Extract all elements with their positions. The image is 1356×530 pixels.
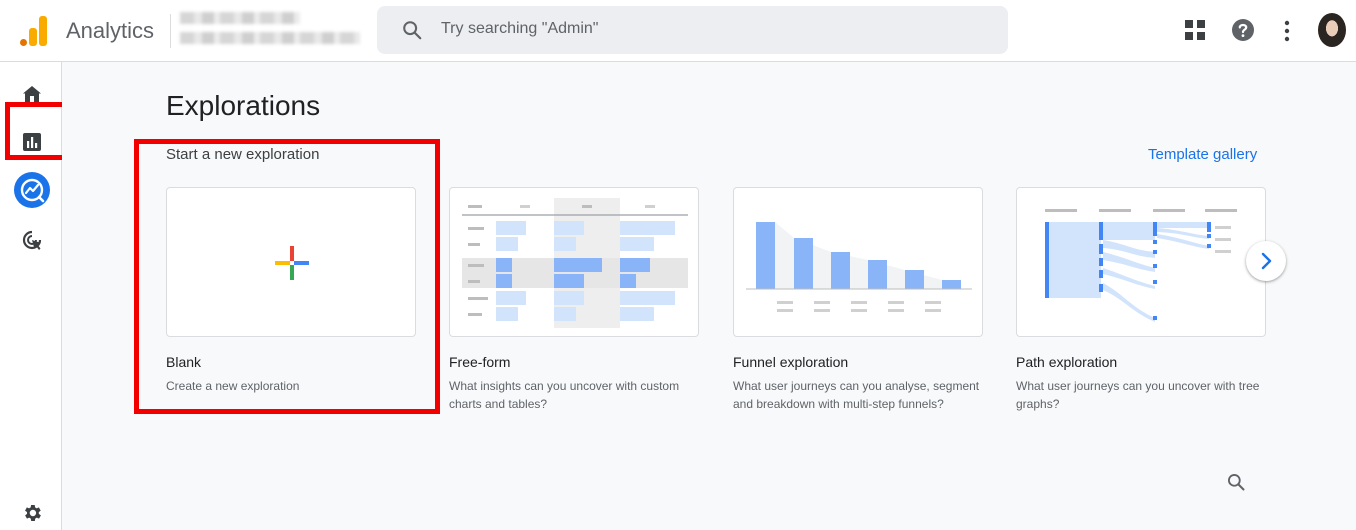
table-illustration-icon xyxy=(462,198,688,328)
target-cursor-icon xyxy=(22,230,42,250)
sidebar-item-admin[interactable] xyxy=(16,497,48,529)
avatar[interactable] xyxy=(1318,13,1346,47)
card-description: What insights can you uncover with custo… xyxy=(449,379,680,411)
card-thumbnail xyxy=(733,187,983,337)
card-thumbnail xyxy=(1016,187,1266,337)
card-funnel-exploration[interactable]: Funnel exploration What user journeys ca… xyxy=(733,187,983,413)
chevron-right-icon xyxy=(1261,252,1272,270)
card-title: Funnel exploration xyxy=(733,354,849,370)
card-path-exploration[interactable]: Path exploration What user journeys can … xyxy=(1016,187,1266,413)
search-bar[interactable]: Try searching "Admin" xyxy=(377,6,1008,54)
path-tree-icon xyxy=(1045,209,1237,322)
page-title: Explorations xyxy=(166,90,321,121)
help-icon[interactable] xyxy=(1232,19,1254,41)
more-vert-icon[interactable] xyxy=(1283,20,1291,42)
home-icon xyxy=(23,86,41,102)
app-title: Analytics xyxy=(66,18,155,43)
explore-icon xyxy=(20,178,45,203)
sidebar-item-advertising[interactable] xyxy=(16,224,48,256)
carousel-next-button[interactable] xyxy=(1246,241,1286,281)
main-content: Explorations Start a new exploration Tem… xyxy=(62,62,1356,530)
apps-grid-icon[interactable] xyxy=(1185,20,1205,40)
search-placeholder: Try searching "Admin" xyxy=(441,20,599,37)
highlight-box-new-exploration xyxy=(134,139,440,414)
funnel-chart-icon xyxy=(746,222,972,312)
card-description: What user journeys can you uncover with … xyxy=(1016,379,1260,411)
card-title: Path exploration xyxy=(1016,354,1118,370)
search-icon[interactable] xyxy=(1226,472,1246,492)
card-description: What user journeys can you analyse, segm… xyxy=(733,379,980,411)
sidebar-item-explore[interactable] xyxy=(14,172,50,208)
card-thumbnail xyxy=(449,187,699,337)
template-gallery-link[interactable]: Template gallery xyxy=(1148,146,1257,163)
top-bar: Analytics Try searching "Admin" xyxy=(0,0,1356,62)
divider xyxy=(170,14,171,48)
card-title: Free-form xyxy=(449,354,511,370)
analytics-logo-icon[interactable] xyxy=(20,14,48,46)
card-free-form[interactable]: Free-form What insights can you uncover … xyxy=(449,187,699,413)
search-icon xyxy=(403,21,422,40)
gear-icon xyxy=(25,505,41,521)
account-selector[interactable] xyxy=(180,10,360,50)
